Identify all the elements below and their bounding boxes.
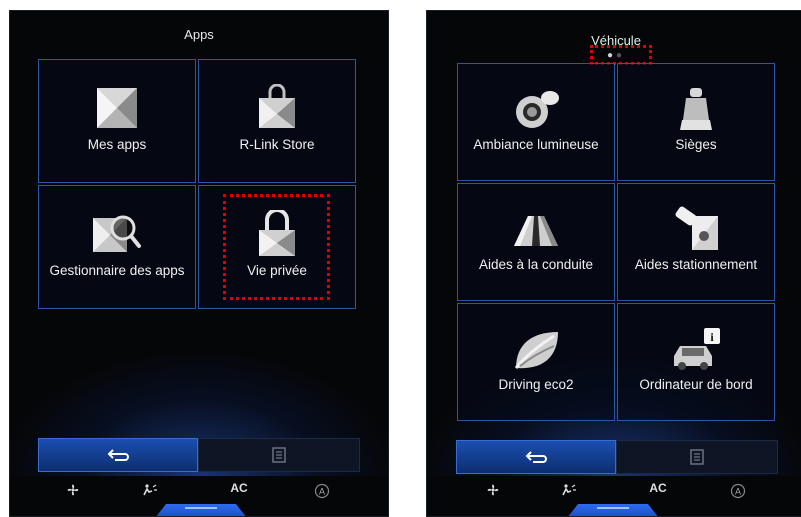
tile-sieges[interactable]: Sièges	[617, 63, 775, 181]
auto-climate-button[interactable]: A	[307, 481, 337, 501]
tile-label: Aides à la conduite	[478, 257, 594, 272]
apps-grid: Mes apps R-Link Store Gestionnaire des a…	[38, 59, 356, 309]
tile-label: Sièges	[675, 137, 717, 152]
back-arrow-icon	[107, 449, 129, 461]
app-manager-magnifier-icon	[93, 215, 141, 252]
tile-r-link-store[interactable]: R-Link Store	[198, 59, 356, 183]
tile-aides-stationnement[interactable]: Aides stationnement	[617, 183, 775, 301]
shopping-bag-icon	[259, 84, 295, 128]
svg-text:A: A	[735, 487, 741, 497]
auto-climate-button[interactable]: A	[723, 481, 753, 501]
auto-climate-icon: A	[314, 483, 330, 499]
tile-label: Ordinateur de bord	[639, 377, 753, 392]
tile-label: Vie privée	[247, 263, 307, 278]
climate-bar: AC A	[10, 481, 388, 501]
auto-climate-icon: A	[730, 483, 746, 499]
list-button[interactable]	[198, 438, 360, 472]
apps-screen: Apps Mes apps R-Link Store Gestionnaire …	[9, 10, 389, 517]
airflow-icon	[562, 484, 576, 496]
tile-ordinateur-de-bord[interactable]: i Ordinateur de bord	[617, 303, 775, 421]
tile-mes-apps[interactable]: Mes apps	[38, 59, 196, 183]
page-title: Apps	[184, 27, 214, 42]
page-indicator: ●●	[427, 51, 801, 61]
tile-aides-a-la-conduite[interactable]: Aides à la conduite	[457, 183, 615, 301]
tile-label: Gestionnaire des apps	[49, 263, 185, 278]
fan-button[interactable]	[478, 481, 508, 501]
road-lanes-icon	[514, 216, 558, 246]
vehicle-grid: Ambiance lumineuse Sièges Aides à la con…	[457, 63, 775, 421]
bottom-navigation	[38, 438, 360, 472]
fan-icon	[487, 484, 499, 496]
seat-icon	[680, 88, 712, 130]
tile-label: Mes apps	[87, 137, 147, 152]
svg-text:A: A	[319, 487, 325, 497]
bottom-navigation	[456, 440, 778, 474]
page-title: Véhicule	[591, 33, 641, 48]
page-dot-active: ●	[606, 50, 616, 61]
tile-label: R-Link Store	[239, 137, 315, 152]
tile-ambiance-lumineuse[interactable]: Ambiance lumineuse	[457, 63, 615, 181]
drawer-handle[interactable]	[567, 504, 659, 516]
list-icon	[272, 447, 286, 463]
tile-label: Driving eco2	[498, 377, 574, 392]
tile-driving-eco2[interactable]: Driving eco2	[457, 303, 615, 421]
trip-computer-info-icon: i	[674, 328, 720, 370]
ambient-light-icon	[516, 91, 559, 128]
ac-button[interactable]: AC	[224, 481, 254, 501]
tile-label: Ambiance lumineuse	[473, 137, 599, 152]
list-icon	[690, 449, 704, 465]
ac-button[interactable]: AC	[643, 481, 673, 501]
airflow-icon	[143, 484, 157, 496]
tile-label: Aides stationnement	[634, 257, 758, 272]
back-button[interactable]	[38, 438, 198, 472]
padlock-icon	[259, 210, 295, 256]
eco-leaf-icon	[514, 332, 558, 369]
back-button[interactable]	[456, 440, 616, 474]
parking-camera-icon	[675, 206, 718, 250]
fan-button[interactable]	[58, 481, 88, 501]
tile-gestionnaire-des-apps[interactable]: Gestionnaire des apps	[38, 185, 196, 309]
fan-icon	[67, 484, 79, 496]
drawer-handle[interactable]	[155, 504, 247, 516]
vehicle-screen: Véhicule ●● Ambiance lumineuse Sièges Ai…	[426, 10, 801, 517]
tile-vie-privee[interactable]: Vie privée	[198, 185, 356, 309]
list-button[interactable]	[616, 440, 778, 474]
airflow-button[interactable]	[134, 481, 164, 501]
mes-apps-icon	[97, 88, 137, 128]
page-dot: ●	[616, 50, 626, 61]
climate-bar: AC A	[427, 481, 801, 501]
airflow-button[interactable]	[553, 481, 583, 501]
back-arrow-icon	[525, 451, 547, 463]
